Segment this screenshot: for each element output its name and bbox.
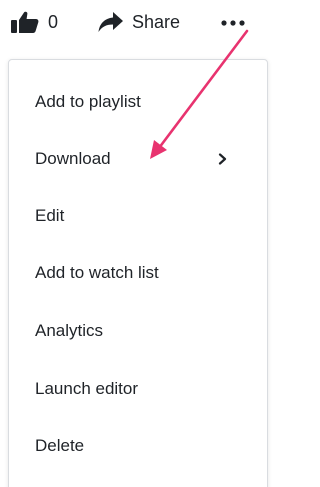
- more-dots-icon: [221, 20, 245, 26]
- more-options-button[interactable]: [220, 16, 246, 30]
- menu-item-analytics[interactable]: Analytics: [9, 311, 239, 351]
- menu-item-label: Add to watch list: [35, 263, 159, 282]
- action-bar: 0 Share: [0, 0, 255, 46]
- menu-item-label: Add to playlist: [35, 92, 141, 111]
- menu-item-download[interactable]: Download: [9, 139, 239, 179]
- menu-item-delete[interactable]: Delete: [9, 426, 239, 466]
- like-button[interactable]: 0: [11, 11, 58, 33]
- share-label: Share: [132, 12, 181, 32]
- thumbs-up-icon: [11, 11, 39, 33]
- menu-item-label: Edit: [35, 206, 65, 225]
- menu-item-add-to-watch-list[interactable]: Add to watch list: [9, 253, 239, 293]
- menu-item-label: Delete: [35, 436, 85, 455]
- menu-item-add-to-playlist[interactable]: Add to playlist: [9, 82, 239, 122]
- share-arrow-icon: [98, 11, 123, 32]
- menu-item-edit[interactable]: Edit: [9, 196, 239, 236]
- share-button[interactable]: Share: [98, 11, 180, 33]
- menu-item-launch-editor[interactable]: Launch editor: [9, 369, 239, 409]
- media-actions-screen: 0 Share Add to playlist Download Edit Ad…: [0, 0, 268, 487]
- chevron-right-icon: [218, 153, 227, 165]
- menu-item-label: Download: [35, 149, 111, 168]
- more-options-menu: Add to playlist Download Edit Add to wat…: [8, 59, 268, 487]
- menu-item-label: Analytics: [35, 321, 104, 340]
- menu-item-label: Launch editor: [35, 379, 139, 398]
- like-count: 0: [48, 12, 59, 32]
